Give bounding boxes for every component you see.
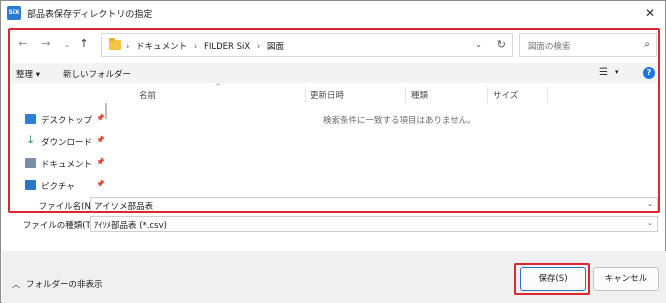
filetype-value: ｱｲｿﾒ部品表 (*.csv) xyxy=(94,221,167,231)
close-button[interactable]: ✕ xyxy=(639,3,661,23)
filetype-select[interactable]: ｱｲｿﾒ部品表 (*.csv) ⌄ xyxy=(90,216,658,232)
save-dialog: SiX 部品表保存ディレクトリの指定 ✕ ← → ⌄ ↑ › ドキュメント › … xyxy=(0,0,666,303)
app-icon: SiX xyxy=(7,6,21,20)
window-title: 部品表保存ディレクトリの指定 xyxy=(27,10,153,20)
filetype-row: ファイルの種類(T): ｱｲｿﾒ部品表 (*.csv) ⌄ xyxy=(11,216,661,232)
save-highlight-frame xyxy=(514,263,590,295)
highlight-frame xyxy=(8,28,660,213)
cancel-button[interactable]: キャンセル xyxy=(593,267,659,291)
filetype-label: ファイルの種類(T): xyxy=(22,221,97,231)
title-bar: SiX 部品表保存ディレクトリの指定 ✕ xyxy=(1,1,665,25)
chevron-up-icon: ︿ xyxy=(12,280,20,289)
chevron-down-icon[interactable]: ⌄ xyxy=(647,219,653,227)
hide-folders-label: フォルダーの非表示 xyxy=(26,280,103,290)
hide-folders-toggle[interactable]: ︿ フォルダーの非表示 xyxy=(12,278,103,290)
